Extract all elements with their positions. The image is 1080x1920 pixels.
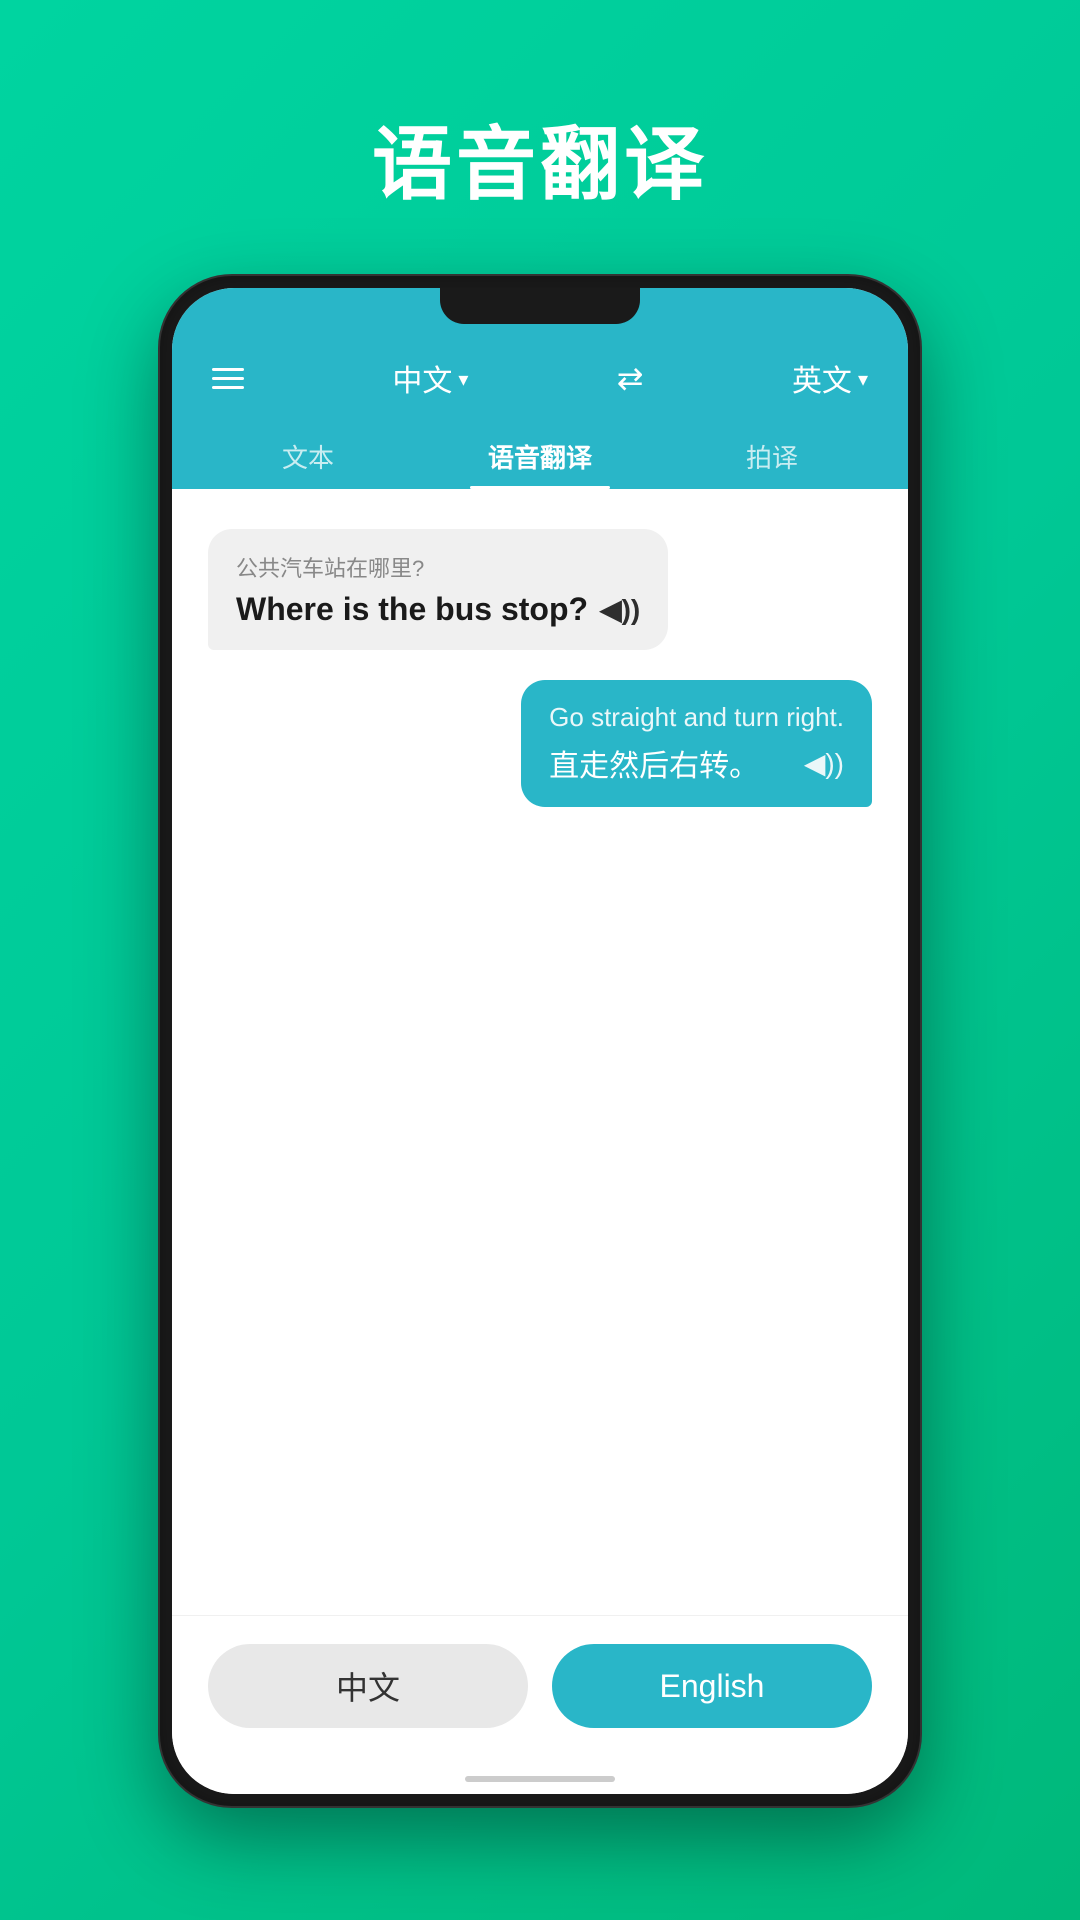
bottom-bar: 中文 English	[172, 1615, 908, 1764]
source-lang-dropdown-icon: ▾	[458, 367, 468, 392]
tab-voice-translate[interactable]: 语音翻译	[424, 418, 656, 489]
target-lang-label: 英文	[792, 356, 852, 400]
phone-screen: 中文 ▾ ⇄ 英文 ▾ 文本 语音翻译 拍译 公共汽	[172, 288, 908, 1794]
message-bubble-left: 公共汽车站在哪里? Where is the bus stop? ◀))	[208, 529, 668, 650]
bubble-left-sound-icon[interactable]: ◀))	[600, 593, 640, 626]
bubble-right-original: Go straight and turn right.	[549, 702, 844, 733]
page-title: 语音翻译	[372, 100, 708, 216]
tab-text[interactable]: 文本	[192, 418, 424, 489]
notch-cutout	[440, 288, 640, 324]
bubble-left-original: 公共汽车站在哪里?	[236, 551, 640, 583]
source-lang-selector[interactable]: 中文 ▾	[392, 356, 468, 400]
home-indicator	[172, 1764, 908, 1794]
swap-languages-icon[interactable]: ⇄	[617, 359, 644, 397]
phone-shell: 中文 ▾ ⇄ 英文 ▾ 文本 语音翻译 拍译 公共汽	[160, 276, 920, 1806]
tabs-bar: 文本 语音翻译 拍译	[172, 418, 908, 489]
message-bubble-right: Go straight and turn right. 直走然后右转。 ◀))	[521, 680, 872, 807]
tab-photo-translate[interactable]: 拍译	[656, 418, 888, 489]
home-bar	[465, 1776, 615, 1782]
source-lang-label: 中文	[392, 356, 452, 400]
notch-bar	[172, 288, 908, 338]
bubble-right-sound-icon[interactable]: ◀))	[804, 747, 844, 780]
target-lang-dropdown-icon: ▾	[858, 367, 868, 392]
target-lang-selector[interactable]: 英文 ▾	[792, 356, 868, 400]
menu-icon[interactable]	[212, 368, 244, 389]
chinese-speak-button[interactable]: 中文	[208, 1644, 528, 1728]
chat-area: 公共汽车站在哪里? Where is the bus stop? ◀)) Go …	[172, 489, 908, 1615]
app-header: 中文 ▾ ⇄ 英文 ▾	[172, 338, 908, 418]
bubble-right-translated: 直走然后右转。 ◀))	[549, 741, 844, 785]
bubble-left-translated: Where is the bus stop? ◀))	[236, 591, 640, 628]
english-speak-button[interactable]: English	[552, 1644, 872, 1728]
